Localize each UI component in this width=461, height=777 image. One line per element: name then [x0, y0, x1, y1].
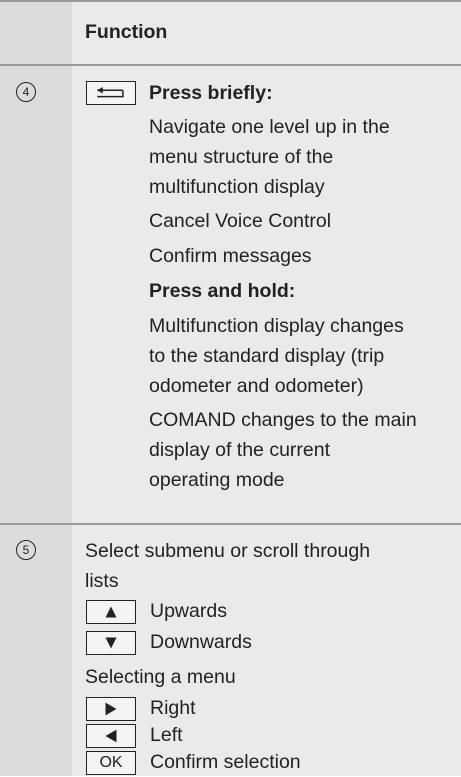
triangle-down-icon: [105, 637, 117, 649]
number-column: [0, 0, 72, 776]
left-key: [86, 724, 136, 748]
briefly-line: Confirm messages: [149, 245, 312, 267]
down-label: Downwards: [150, 631, 252, 653]
back-key: [86, 81, 136, 105]
hold-line: odometer and odometer): [149, 375, 364, 397]
up-label: Upwards: [150, 600, 227, 622]
back-arrow-icon: [97, 87, 124, 98]
briefly-line: Navigate one level up in the: [149, 116, 390, 138]
hold-line: to the standard display (trip: [149, 345, 385, 367]
callout-number-5: 5: [16, 540, 36, 560]
row-divider: [0, 523, 461, 525]
right-label: Right: [150, 697, 196, 719]
header-divider: [0, 64, 461, 66]
right-key: [86, 697, 136, 721]
top-divider: [0, 0, 461, 2]
hold-line: operating mode: [149, 469, 285, 491]
hold-line: display of the current: [149, 439, 331, 461]
callout-number-4: 4: [16, 82, 36, 102]
function-table: Function 4 Press briefly: Navigate one l…: [0, 0, 461, 776]
column-header-function: Function: [85, 21, 168, 43]
briefly-line: menu structure of the: [149, 146, 334, 168]
ok-key: OK: [86, 751, 136, 775]
briefly-line: Cancel Voice Control: [149, 210, 332, 232]
triangle-right-icon: [105, 702, 117, 716]
selecting-menu-label: Selecting a menu: [85, 666, 236, 688]
up-key: [86, 600, 136, 624]
hold-line: Multifunction display changes: [149, 315, 404, 337]
press-hold-heading: Press and hold:: [149, 280, 296, 302]
triangle-left-icon: [105, 729, 117, 743]
down-key: [86, 631, 136, 655]
hold-line: COMAND changes to the main: [149, 409, 417, 431]
row5-intro-line: Select submenu or scroll through: [85, 540, 371, 562]
row5-intro-line: lists: [85, 570, 119, 592]
briefly-line: multifunction display: [149, 176, 325, 198]
confirm-selection-label: Confirm selection: [150, 751, 301, 773]
left-label: Left: [150, 724, 183, 746]
triangle-up-icon: [105, 606, 117, 618]
press-briefly-heading: Press briefly:: [149, 82, 273, 104]
